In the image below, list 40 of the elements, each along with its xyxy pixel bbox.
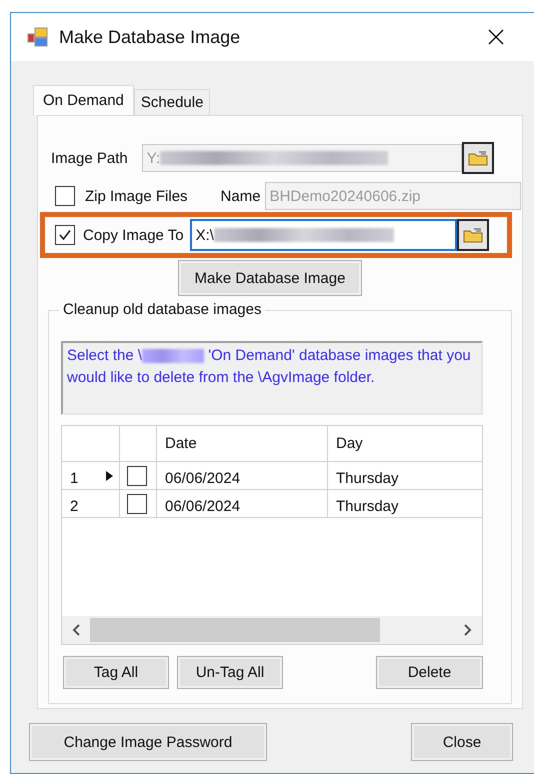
close-button[interactable]: Close [411,723,513,761]
window-title: Make Database Image [59,26,240,48]
field-label: Name [220,188,261,204]
table-cell: Thursday [328,490,482,518]
app-icon [27,26,49,48]
untag-all-button[interactable]: Un-Tag All [177,656,283,689]
checkbox[interactable] [55,186,75,206]
close-icon[interactable] [488,29,504,45]
row-header[interactable]: 1 [62,462,120,490]
check-icon [58,228,72,242]
field-label: Image Path [51,150,128,166]
scroll-left-icon[interactable] [72,624,80,636]
checkbox[interactable] [127,466,147,486]
redacted-text [142,349,204,364]
description-text: Select the \ 'On Demand' database images that you would like to delete from the \AgvImage folder. [61,341,483,415]
column-header[interactable]: Date [157,426,328,462]
tab[interactable]: On Demand [33,85,134,115]
delete-button[interactable]: Delete [376,656,483,689]
folder-icon [468,150,488,166]
scroll-right-icon[interactable] [464,624,472,636]
tab[interactable]: Schedule [134,89,210,115]
row-header[interactable]: 2 [62,490,120,518]
table-cell: 06/06/2024 [157,490,328,518]
scrollbar-thumb[interactable] [90,618,380,642]
browse-button[interactable] [456,219,489,251]
checkbox[interactable] [55,225,75,245]
browse-button[interactable] [462,142,494,174]
checkbox[interactable] [127,494,147,514]
table-cell: 06/06/2024 [157,462,328,490]
checkbox-label: Copy Image To [83,226,184,244]
table-cell: Thursday [328,462,482,490]
checkbox-label: Zip Image Files [85,188,188,204]
group-title: Cleanup old database images [59,301,266,318]
folder-icon [462,227,483,243]
input-field[interactable]: X:\ [190,219,457,251]
horizontal-scrollbar[interactable] [62,616,482,644]
tag-all-button[interactable]: Tag All [63,656,169,689]
make-image-button[interactable]: Make Database Image [178,260,362,296]
table-row[interactable]: 2 06/06/2024 Thursday [62,490,482,518]
change-password-button[interactable]: Change Image Password [29,723,267,761]
